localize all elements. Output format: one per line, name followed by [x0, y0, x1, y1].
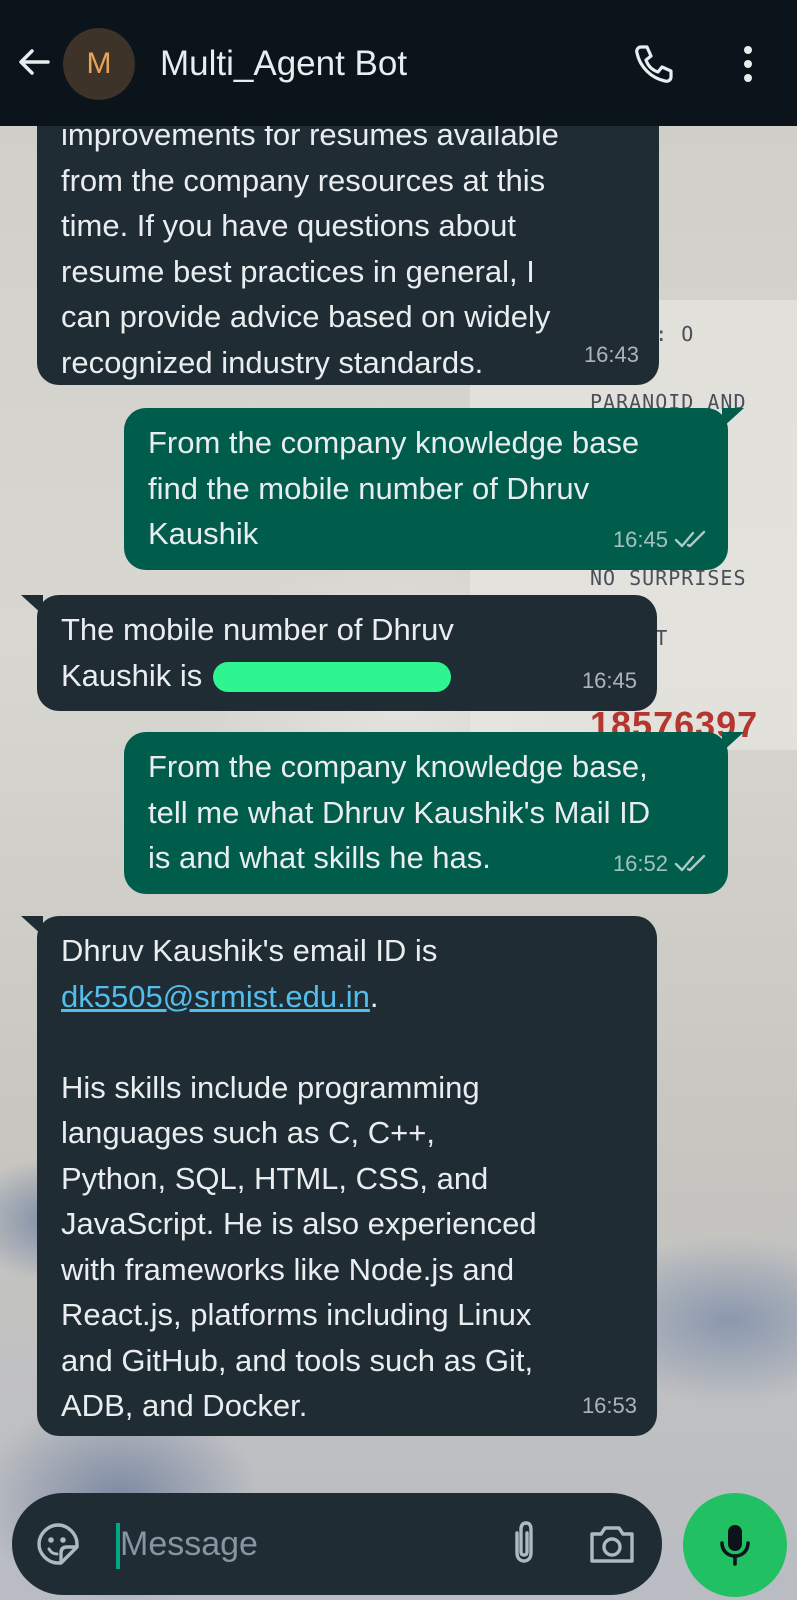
message-text-line: languages such as C, C++,: [61, 1115, 435, 1150]
message-text-line: React.js, platforms including Linux: [61, 1297, 532, 1332]
message-bubble-incoming[interactable]: Dhruv Kaushik's email ID is dk5505@srmis…: [21, 916, 657, 1436]
message-timestamp: 16:53: [582, 1383, 637, 1429]
message-text-fragment: .: [369, 978, 379, 1014]
message-text-line: resume best practices in general, I: [61, 253, 535, 289]
message-text-line: His skills include programming: [61, 1069, 480, 1105]
message-text-line: from the company resources at this: [61, 162, 546, 198]
message-text-line: with frameworks like Node.js and: [61, 1251, 515, 1287]
timestamp-text: 16:45: [581, 667, 637, 693]
message-bubble-outgoing[interactable]: From the company knowledge base, tell me…: [124, 732, 744, 894]
paperclip-icon[interactable]: [502, 1519, 546, 1569]
message-text-line: The mobile number of Dhruv: [61, 612, 454, 647]
more-vertical-icon[interactable]: [728, 40, 768, 88]
double-check-icon: [674, 531, 706, 548]
sticker-icon[interactable]: [34, 1520, 82, 1568]
timestamp-text: 16:43: [583, 341, 639, 367]
message-text-line: find the mobile number of Dhruv: [148, 470, 590, 506]
message-timestamp: 16:45: [582, 658, 637, 704]
message-text-line: Kaushik is: [61, 653, 633, 699]
message-text-line: Python, SQL, HTML, CSS, and: [61, 1160, 489, 1196]
avatar[interactable]: M: [63, 28, 135, 100]
message-input[interactable]: [120, 1517, 490, 1571]
message-compose-bar: [12, 1493, 662, 1595]
message-text-line: can provide advice based on widely: [61, 299, 551, 334]
message-text-line: tell me what Dhruv Kaushik's Mail ID: [148, 794, 651, 830]
message-text-line: Dhruv Kaushik's email ID is: [61, 933, 438, 968]
message-text-line: dk5505@srmist.edu.in.: [61, 974, 633, 1020]
message-text-line: From the company knowledge base,: [148, 749, 648, 784]
message-text-line: improvements for resumes available: [61, 126, 559, 152]
message-timestamp: 16:43: [584, 332, 639, 378]
message-bubble-incoming[interactable]: improvements for resumes available from …: [37, 126, 659, 385]
email-link[interactable]: dk5505@srmist.edu.in: [61, 979, 370, 1014]
message-timestamp: 16:52: [613, 841, 708, 887]
message-text-line: recognized industry standards.: [61, 344, 484, 380]
microphone-icon[interactable]: [683, 1493, 787, 1597]
chat-header: M Multi_Agent Bot: [0, 0, 797, 126]
message-bubble-outgoing[interactable]: From the company knowledge base find the…: [124, 408, 744, 570]
message-text-line: JavaScript. He is also experienced: [61, 1206, 537, 1241]
timestamp-text: 16:45: [612, 526, 668, 552]
message-text-line: From the company knowledge base: [148, 425, 640, 460]
message-text-line: time. If you have questions about: [61, 208, 516, 243]
redacted-phone-number: [212, 662, 451, 693]
message-bubble-incoming[interactable]: The mobile number of Dhruv Kaushik is 16…: [21, 595, 657, 711]
message-text-fragment: Kaushik is: [61, 657, 203, 693]
message-text-line: ADB, and Docker.: [61, 1388, 308, 1423]
message-list[interactable]: improvements for resumes available from …: [0, 126, 797, 1466]
double-check-icon: [674, 855, 706, 872]
message-text-line: and GitHub, and tools such as Git,: [61, 1342, 534, 1378]
camera-icon[interactable]: [586, 1519, 638, 1569]
chat-title[interactable]: Multi_Agent Bot: [160, 44, 407, 84]
timestamp-text: 16:52: [612, 850, 668, 876]
message-timestamp: 16:45: [613, 517, 708, 563]
arrow-left-icon[interactable]: [12, 40, 56, 84]
timestamp-text: 16:53: [581, 1392, 637, 1418]
phone-icon[interactable]: [630, 40, 678, 88]
